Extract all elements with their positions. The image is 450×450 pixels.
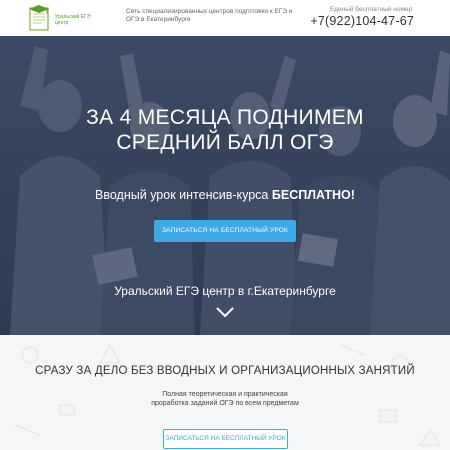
benefits-section: СРАЗУ ЗА ДЕЛО БЕЗ ВВОДНЫХ И ОРГАНИЗАЦИОН… xyxy=(0,335,450,450)
hero-subtitle: Вводный урок интенсив-курса БЕСПЛАТНО! xyxy=(0,188,450,203)
hero-title-line-1: ЗА 4 МЕСЯЦА ПОДНИМЕМ xyxy=(86,106,364,129)
site-header: Уральский ЕГЭ центр Сеть специализирован… xyxy=(0,0,450,36)
logo-icon xyxy=(29,5,49,31)
hero-section: ЗА 4 МЕСЯЦА ПОДНИМЕМ СРЕДНИЙ БАЛЛ ОГЭ Вв… xyxy=(0,36,450,335)
header-tagline: Сеть специализированных центров подготов… xyxy=(126,8,293,23)
logo[interactable]: Уральский ЕГЭ центр xyxy=(27,4,97,32)
section-description: Полная теоретическая и практическая прор… xyxy=(151,391,299,407)
hero-center-name: Уральский ЕГЭ центр в г.Екатеринбурге xyxy=(114,284,336,298)
hero-title-line-2: СРЕДНИЙ БАЛЛ ОГЭ xyxy=(116,131,334,154)
logo-text: Уральский ЕГЭ центр xyxy=(55,14,91,26)
phone-caption: Единый бесплатный номер: xyxy=(329,6,414,13)
signup-free-lesson-outline-button[interactable]: Записаться на бесплатный урок xyxy=(163,429,288,449)
hero-title: ЗА 4 МЕСЯЦА ПОДНИМЕМ СРЕДНИЙ БАЛЛ ОГЭ xyxy=(0,105,450,155)
chevron-down-icon[interactable] xyxy=(215,306,235,318)
hero-subtitle-free: БЕСПЛАТНО! xyxy=(271,188,355,202)
phone-block: Единый бесплатный номер: +7(922)104-47-6… xyxy=(310,6,414,29)
section-title: СРАЗУ ЗА ДЕЛО БЕЗ ВВОДНЫХ И ОРГАНИЗАЦИОН… xyxy=(35,365,415,377)
signup-free-lesson-button[interactable]: Записаться на бесплатный урок xyxy=(154,220,296,242)
phone-number[interactable]: +7(922)104-47-67 xyxy=(310,14,414,29)
hero-subtitle-text: Вводный урок интенсив-курса xyxy=(95,188,272,202)
